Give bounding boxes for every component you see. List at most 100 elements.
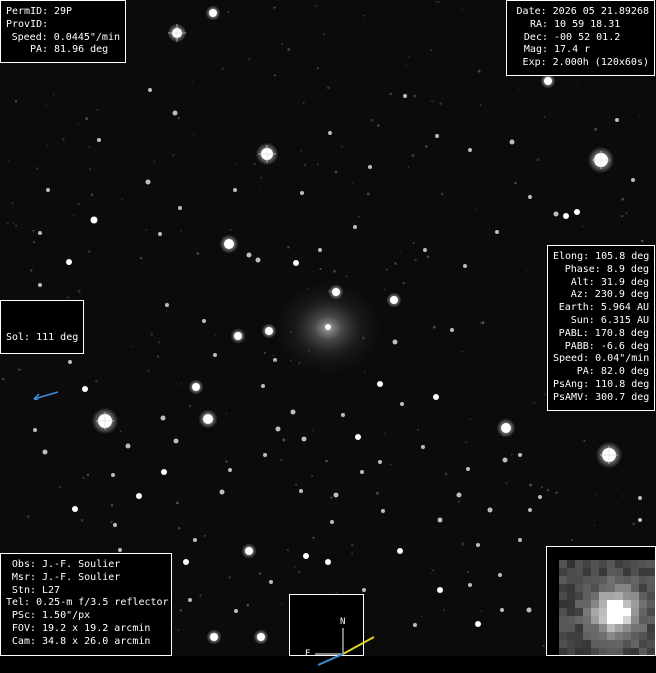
right-panel-row: PsAMV: 300.7 deg — [553, 392, 649, 405]
field-value: 29P — [48, 6, 72, 19]
field-value: 34.8 x 26.0 arcmin — [36, 636, 150, 649]
field-label: Sun: — [553, 315, 595, 328]
star — [173, 111, 178, 116]
star — [97, 138, 101, 142]
top-right-row: Date: 2026 05 21.89268 — [512, 6, 649, 19]
star — [158, 232, 162, 236]
top-left-row: Speed: 0.0445"/min — [6, 32, 120, 45]
zoomed-comet-image — [559, 560, 656, 656]
star — [161, 416, 166, 421]
top-right-row: Mag: 17.4 r — [512, 44, 649, 57]
star — [245, 547, 253, 555]
field-value: 230.9 deg — [589, 289, 649, 302]
star — [468, 583, 472, 587]
sun-direction-arrow-icon — [6, 370, 80, 400]
right-panel-row: PABB: -6.6 deg — [553, 341, 649, 354]
bottom-left-row: PSc: 1.50"/px — [6, 610, 166, 623]
field-value: 8.9 deg — [601, 264, 649, 277]
field-value: 6.315 AU — [595, 315, 649, 328]
star — [437, 587, 443, 593]
target-zoom-thumbnail — [546, 546, 656, 656]
field-value: 0.04"/min — [589, 353, 649, 366]
field-label: PABB: — [553, 341, 595, 354]
compass-rose-icon: N E — [302, 608, 375, 668]
star — [72, 506, 78, 512]
field-value: 5.964 AU — [595, 302, 649, 315]
field-value: 2026 05 21.89268 — [547, 6, 649, 19]
star — [318, 248, 322, 252]
star — [247, 253, 252, 258]
right-panel-row: PABL: 170.8 deg — [553, 328, 649, 341]
motion-direction-line — [343, 637, 374, 654]
star — [393, 340, 398, 345]
star — [500, 608, 504, 612]
bottom-left-row: Obs: J.-F. Soulier — [6, 559, 166, 572]
star — [325, 559, 331, 565]
star — [82, 386, 88, 392]
star — [463, 264, 467, 268]
field-label: PermID: — [6, 6, 48, 19]
field-label: PSc: — [6, 610, 36, 623]
star — [193, 538, 197, 542]
star — [161, 469, 167, 475]
top-right-row: Exp: 2.000h (120x60s) — [512, 57, 649, 70]
star — [220, 490, 225, 495]
star — [400, 402, 404, 406]
compass-north-label: N — [340, 617, 345, 627]
right-panel-row: PsAng: 110.8 deg — [553, 379, 649, 392]
top-left-row: PermID: 29P — [6, 6, 120, 19]
star — [574, 209, 580, 215]
star — [203, 414, 213, 424]
star — [91, 217, 98, 224]
bottom-left-row: FOV: 19.2 x 19.2 arcmin — [6, 623, 166, 636]
star — [213, 353, 217, 357]
field-value: -00 52 01.2 — [548, 32, 620, 45]
star — [330, 520, 334, 524]
star — [498, 573, 502, 577]
field-value: 0.25-m f/3.5 reflector — [30, 597, 168, 610]
right-panel-row: Elong: 105.8 deg — [553, 251, 649, 264]
star — [263, 453, 267, 457]
right-panel-row: Az: 230.9 deg — [553, 289, 649, 302]
field-label: Speed: — [6, 32, 48, 45]
star — [435, 134, 439, 138]
star — [438, 518, 443, 523]
star — [174, 439, 179, 444]
star — [234, 332, 242, 340]
star — [257, 633, 265, 641]
star — [403, 94, 407, 98]
field-value: J.-F. Soulier — [36, 572, 120, 585]
star — [113, 523, 117, 527]
star — [476, 543, 480, 547]
field-value: 0.0445"/min — [48, 32, 120, 45]
star — [457, 493, 462, 498]
star — [178, 206, 182, 210]
star — [224, 239, 234, 249]
star — [615, 118, 619, 122]
star — [136, 493, 142, 499]
star — [528, 195, 532, 199]
top-right-row: Dec: -00 52 01.2 — [512, 32, 649, 45]
field-label: Exp: — [512, 57, 547, 70]
field-label: Msr: — [6, 572, 36, 585]
star — [397, 548, 403, 554]
star — [269, 580, 273, 584]
compass-box: N E — [289, 594, 364, 656]
star — [544, 77, 552, 85]
star — [362, 588, 366, 592]
star — [433, 394, 439, 400]
star — [495, 230, 499, 234]
star — [332, 288, 340, 296]
field-label: Az: — [553, 289, 589, 302]
object-info-box: PermID: 29PProvID:Speed: 0.0445"/minPA: … — [0, 0, 126, 63]
star — [341, 413, 345, 417]
star — [38, 283, 42, 287]
star — [148, 88, 152, 92]
field-label: PABL: — [553, 328, 589, 341]
star — [466, 467, 470, 471]
star — [527, 608, 532, 613]
star — [303, 553, 309, 559]
star — [631, 178, 635, 182]
field-label: ProvID: — [6, 19, 48, 32]
field-value: 1.50"/px — [36, 610, 90, 623]
